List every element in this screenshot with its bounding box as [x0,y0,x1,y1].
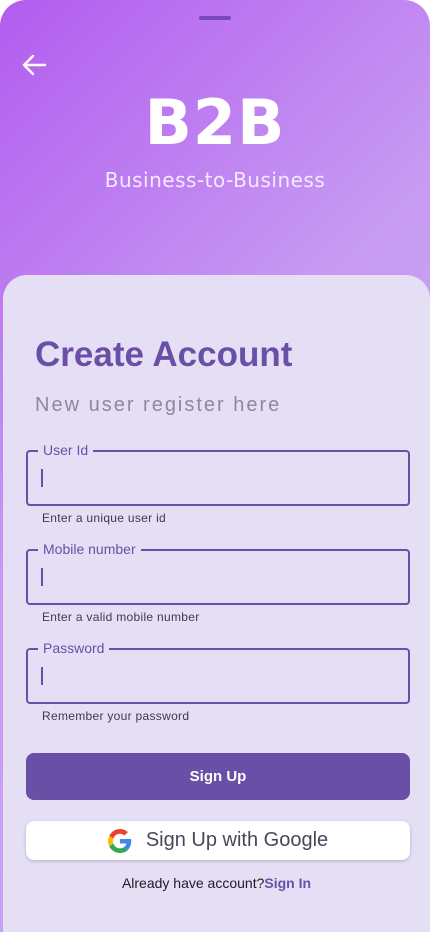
brand-title: B2B [144,86,286,159]
user-id-input[interactable] [28,452,408,504]
user-id-field[interactable]: User Id [26,442,410,506]
sign-in-prompt: Already have account?Sign In [3,875,430,891]
text-cursor [41,667,43,685]
google-button-label: Sign Up with Google [145,829,329,851]
page-subtitle: New user register here [35,394,282,416]
drag-handle[interactable] [199,16,231,20]
password-field[interactable]: Password [26,640,410,704]
signup-card: Create Account New user register here Us… [3,275,430,932]
sign-in-link[interactable]: Sign In [264,875,311,891]
text-cursor [41,469,43,487]
signup-screen: B2B Business-to-Business Create Account … [0,0,430,932]
password-helper: Remember your password [42,709,190,723]
brand-tagline: Business-to-Business [104,168,326,192]
page-title: Create Account [35,335,293,374]
back-button[interactable] [18,52,50,78]
user-id-helper: Enter a unique user id [42,511,167,525]
password-input[interactable] [28,650,408,702]
sign-up-button[interactable]: Sign Up [26,753,410,800]
have-account-text: Already have account? [121,875,265,891]
mobile-number-field[interactable]: Mobile number [26,541,410,605]
text-cursor [41,568,43,586]
google-g-icon [107,828,132,853]
mobile-number-input[interactable] [28,551,408,603]
arrow-left-icon [22,54,47,76]
google-sign-up-button[interactable]: Sign Up with Google [26,821,410,860]
mobile-number-helper: Enter a valid mobile number [42,610,200,624]
